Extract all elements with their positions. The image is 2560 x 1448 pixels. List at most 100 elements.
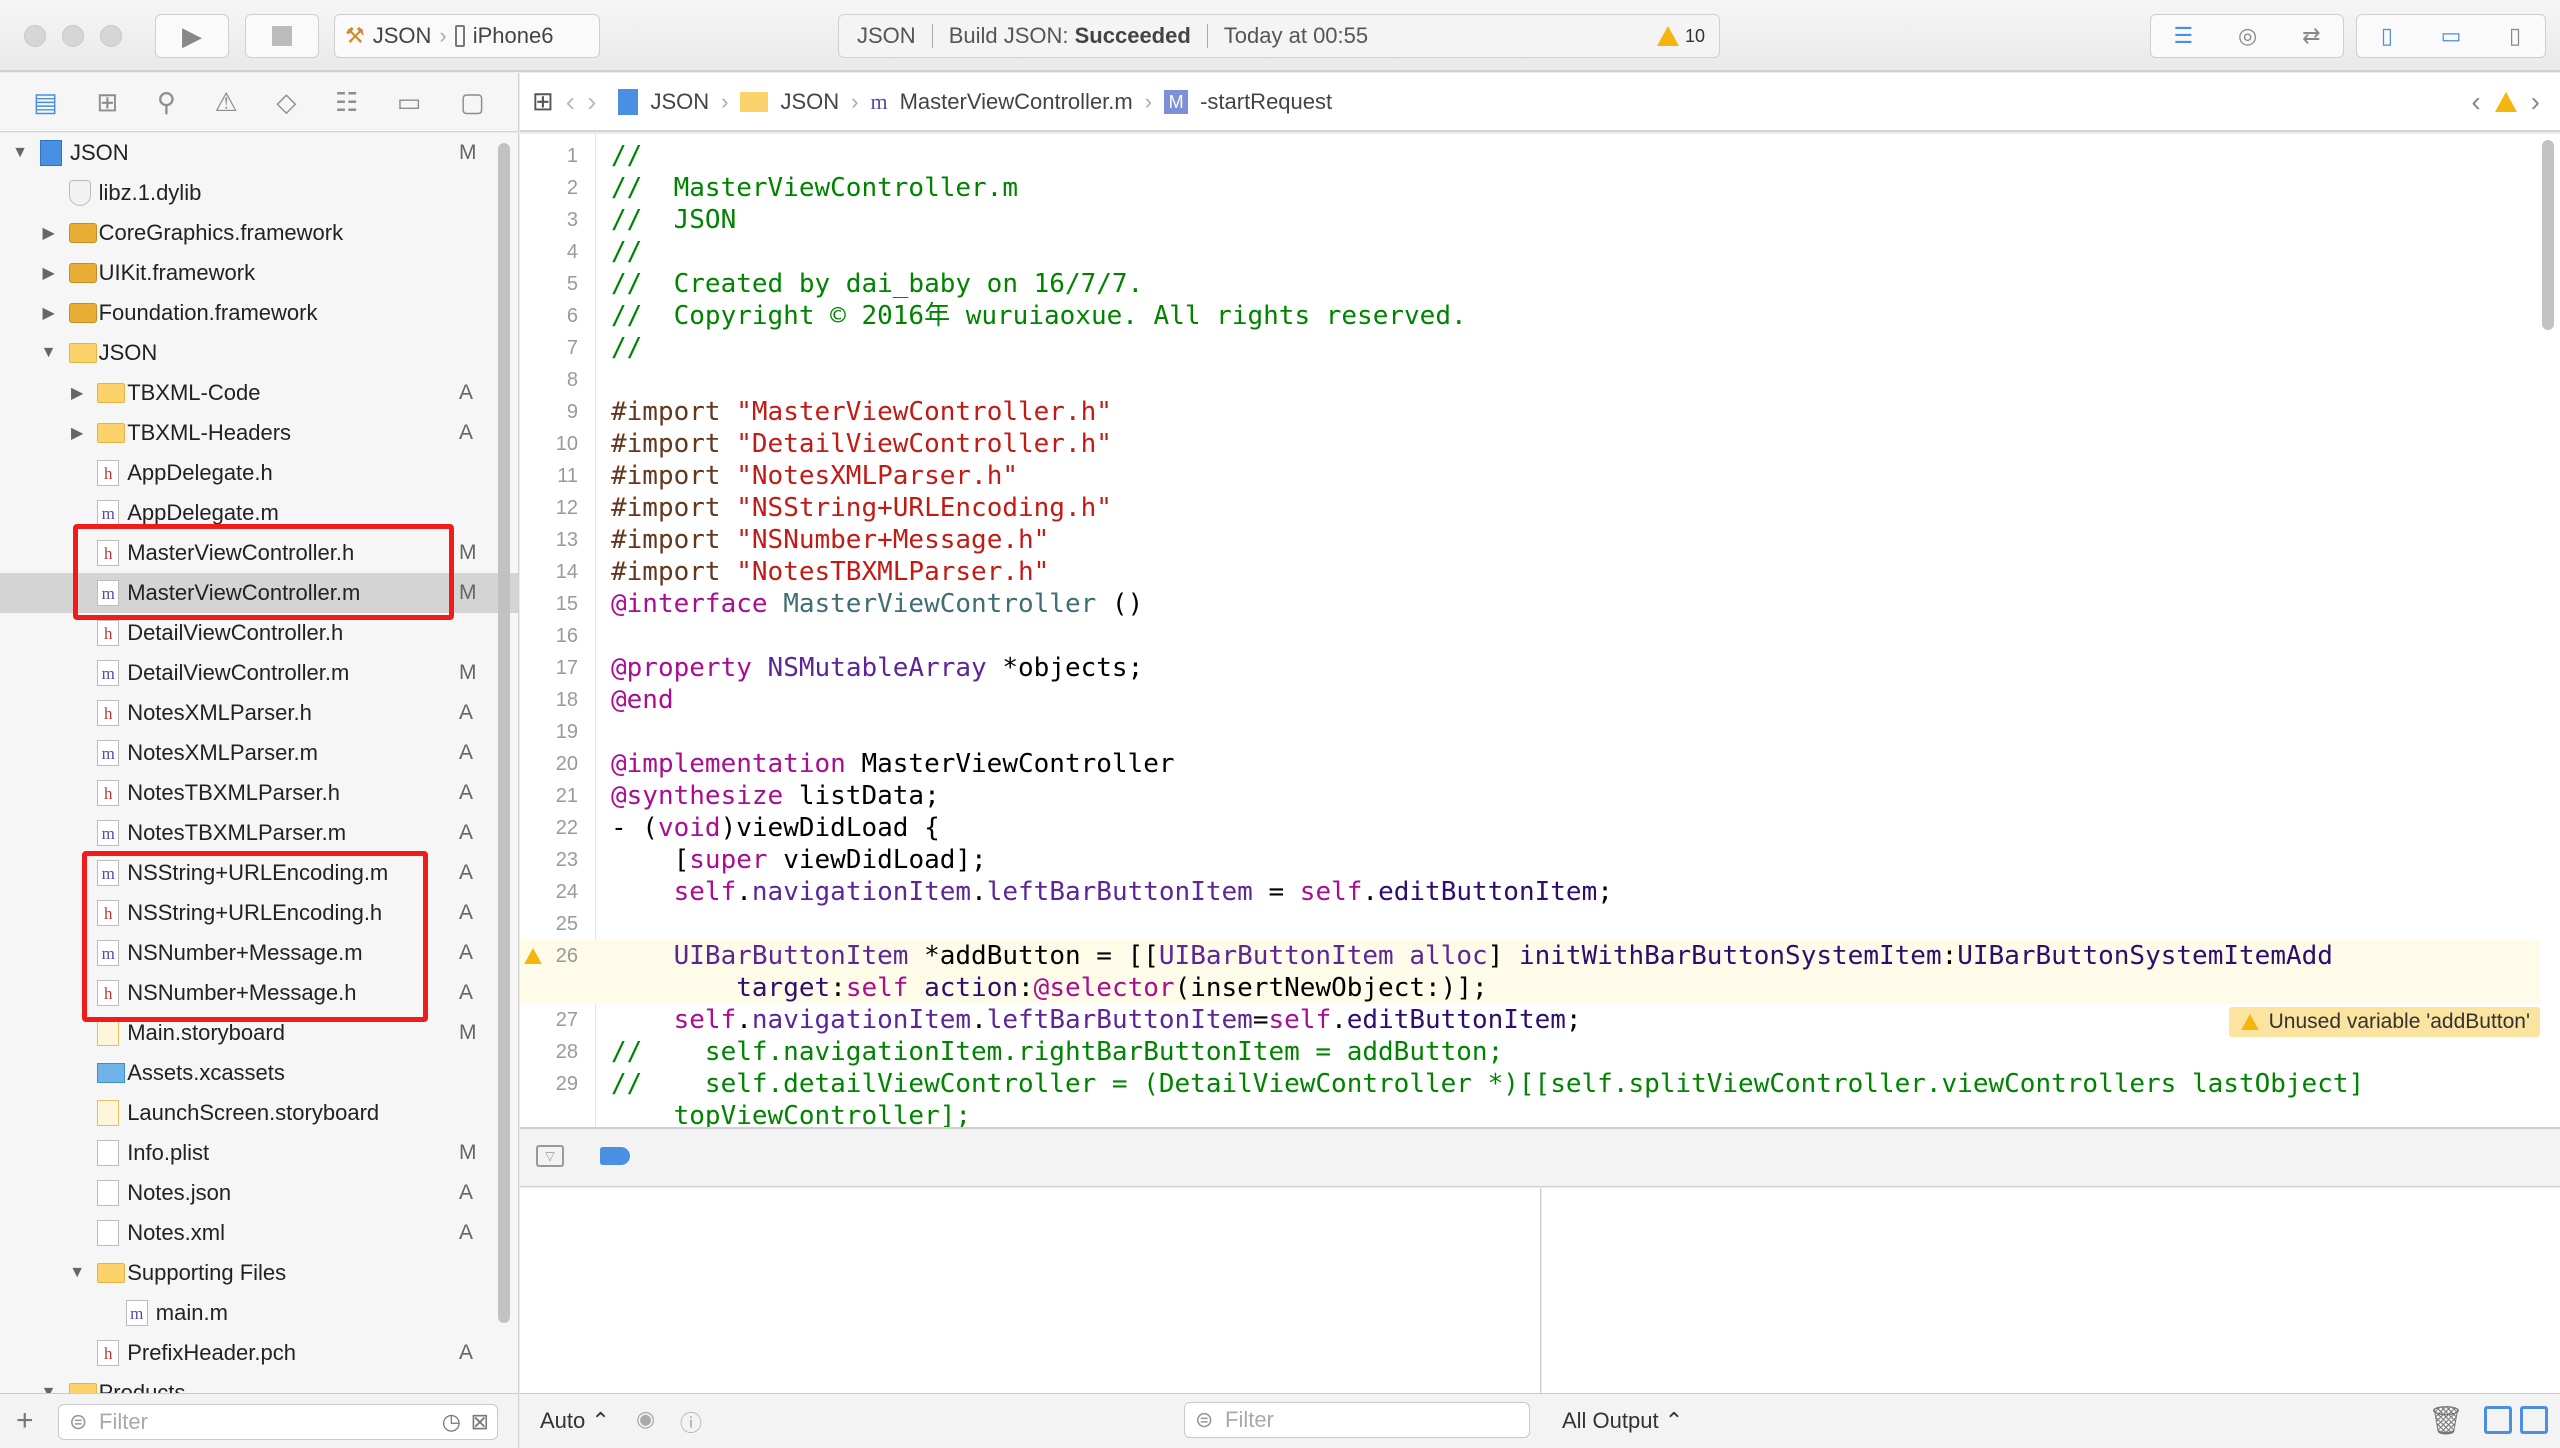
disclosure-open-icon[interactable]: ▼ [41, 344, 57, 362]
file-tree-item[interactable]: ▼ Products [0, 1373, 500, 1393]
code-line[interactable]: 6 // Copyright © 2016年 wuruiaoxue. All ri… [520, 300, 2540, 332]
file-tree-item[interactable]: m NotesXMLParser.m A [0, 733, 500, 773]
zoom-window-button[interactable] [100, 25, 122, 47]
code-line[interactable]: 10 #import "DetailViewController.h" [520, 428, 2540, 460]
debug-navigator-icon[interactable]: ☷ [335, 87, 358, 118]
show-variables-icon[interactable] [2484, 1406, 2512, 1434]
file-tree-item[interactable]: ▶ TBXML-Headers A [0, 413, 500, 453]
issue-navigator-icon[interactable]: ⚠ [215, 87, 238, 118]
source-editor[interactable]: 1 // 2 // MasterViewController.m 3 // JSON 4 //… [520, 134, 2560, 1127]
code-line[interactable]: 29 // self.detailViewController = (Detail… [520, 1068, 2540, 1100]
disclosure-closed-icon[interactable]: ▶ [41, 263, 57, 283]
code-line[interactable]: 26 UIBarButtonItem *addButton = [[UIBarB… [520, 940, 2540, 972]
jumpbar-group[interactable]: JSON [780, 89, 839, 115]
file-tree-item[interactable]: ▼ JSON M [0, 133, 500, 173]
console-output-selector[interactable]: All Output ⌃ [1562, 1408, 1683, 1434]
file-tree-item[interactable]: libz.1.dylib [0, 173, 500, 213]
variables-scope-selector[interactable]: Auto ⌃ [540, 1408, 610, 1434]
file-tree-item[interactable]: ▼ Supporting Files [0, 1253, 500, 1293]
trash-icon[interactable]: 🗑 [2428, 1404, 2464, 1437]
disclosure-closed-icon[interactable]: ▶ [69, 383, 85, 403]
file-tree-item[interactable]: h NotesXMLParser.h A [0, 693, 500, 733]
assistant-editor-icon[interactable]: ◎ [2238, 23, 2257, 49]
inline-issue-warning[interactable]: Unused variable 'addButton' [2228, 1007, 2540, 1037]
code-line[interactable]: 3 // JSON [520, 204, 2540, 236]
code-line[interactable]: 15 @interface MasterViewController () [520, 588, 2540, 620]
file-tree-item[interactable]: ▶ UIKit.framework [0, 253, 500, 293]
disclosure-open-icon[interactable]: ▼ [69, 1264, 85, 1282]
code-line[interactable]: 1 // [520, 140, 2540, 172]
file-tree-item[interactable]: ▼ JSON [0, 333, 500, 373]
quick-look-icon[interactable]: ◉ [636, 1406, 655, 1432]
code-line[interactable]: 14 #import "NotesTBXMLParser.h" [520, 556, 2540, 588]
warning-icon[interactable] [524, 948, 542, 964]
version-editor-icon[interactable]: ⇄ [2302, 23, 2320, 49]
source-control-filter-icon[interactable]: ⊠ [471, 1409, 489, 1435]
file-tree-item[interactable]: m main.m [0, 1293, 500, 1333]
code-line[interactable]: 18 @end [520, 684, 2540, 716]
file-tree-item[interactable]: h NotesTBXMLParser.h A [0, 773, 500, 813]
jumpbar-method[interactable]: -startRequest [1200, 89, 1332, 115]
code-line[interactable]: topViewController]; [520, 1100, 2540, 1127]
code-line[interactable]: 12 #import "NSString+URLEncoding.h" [520, 492, 2540, 524]
file-tree-item[interactable]: m DetailViewController.m M [0, 653, 500, 693]
run-button[interactable]: ▶ [155, 14, 229, 58]
breakpoints-toggle-icon[interactable] [600, 1147, 630, 1165]
warning-icon[interactable] [2494, 91, 2517, 112]
file-tree-item[interactable]: LaunchScreen.storyboard [0, 1093, 500, 1133]
variables-filter-input[interactable]: ⊜ Filter [1184, 1402, 1530, 1438]
code-line[interactable]: 5 // Created by dai_baby on 16/7/7. [520, 268, 2540, 300]
disclosure-open-icon[interactable]: ▼ [12, 144, 28, 162]
code-line[interactable]: target:self action:@selector(insertNewOb… [520, 972, 2540, 1004]
code-line[interactable]: 4 // [520, 236, 2540, 268]
file-tree-item[interactable]: ▶ CoreGraphics.framework [0, 213, 500, 253]
code-line[interactable]: 2 // MasterViewController.m [520, 172, 2540, 204]
code-line[interactable]: 17 @property NSMutableArray *objects; [520, 652, 2540, 684]
back-button[interactable]: ‹ [566, 86, 575, 118]
console-view[interactable] [1542, 1188, 2560, 1393]
code-line[interactable]: 11 #import "NotesXMLParser.h" [520, 460, 2540, 492]
file-tree-item[interactable]: Notes.xml A [0, 1213, 500, 1253]
code-line[interactable]: 28 // self.navigationItem.rightBarButtonI… [520, 1036, 2540, 1068]
file-tree-item[interactable]: m NotesTBXMLParser.m A [0, 813, 500, 853]
hide-debug-area-icon[interactable]: ▽ [536, 1145, 564, 1167]
stop-button[interactable] [245, 14, 319, 58]
test-navigator-icon[interactable]: ◇ [276, 87, 296, 118]
related-items-icon[interactable]: ⊞ [532, 86, 554, 117]
breakpoint-navigator-icon[interactable]: ▭ [397, 87, 422, 118]
code-line[interactable]: 8 [520, 364, 2540, 396]
code-line[interactable]: 25 [520, 908, 2540, 940]
previous-issue-button[interactable]: ‹ [2471, 86, 2480, 118]
code-line[interactable]: 23 [super viewDidLoad]; [520, 844, 2540, 876]
close-window-button[interactable] [24, 25, 46, 47]
utilities-toggle-icon[interactable]: ▯ [2509, 23, 2521, 49]
file-tree-item[interactable]: Assets.xcassets [0, 1053, 500, 1093]
code-line[interactable]: 16 [520, 620, 2540, 652]
file-tree-item[interactable]: ▶ TBXML-Code A [0, 373, 500, 413]
code-line[interactable]: 22 - (void)viewDidLoad { [520, 812, 2540, 844]
code-line[interactable]: 20 @implementation MasterViewController [520, 748, 2540, 780]
disclosure-closed-icon[interactable]: ▶ [69, 423, 85, 443]
code-line[interactable]: 21 @synthesize listData; [520, 780, 2540, 812]
info-icon[interactable]: ⓘ [680, 1406, 702, 1438]
disclosure-closed-icon[interactable]: ▶ [41, 303, 57, 323]
minimize-window-button[interactable] [62, 25, 84, 47]
code-line[interactable]: 19 [520, 716, 2540, 748]
add-button[interactable]: + [16, 1404, 34, 1438]
navigator-toggle-icon[interactable]: ▯ [2381, 23, 2393, 49]
file-tree-item[interactable]: Notes.json A [0, 1173, 500, 1213]
file-tree-item[interactable]: h AppDelegate.h [0, 453, 500, 493]
file-tree-item[interactable]: h PrefixHeader.pch A [0, 1333, 500, 1373]
scheme-selector[interactable]: ⚒ JSON › iPhone6 [334, 14, 600, 58]
recent-files-icon[interactable]: ◷ [442, 1409, 461, 1435]
editor-scrollbar[interactable] [2542, 140, 2554, 330]
next-issue-button[interactable]: › [2531, 86, 2540, 118]
code-line[interactable]: 24 self.navigationItem.leftBarButtonItem… [520, 876, 2540, 908]
navigator-scrollbar[interactable] [498, 143, 510, 1323]
code-line[interactable]: 9 #import "MasterViewController.h" [520, 396, 2540, 428]
symbol-navigator-icon[interactable]: ⊞ [96, 87, 118, 118]
jumpbar-project[interactable]: JSON [650, 89, 709, 115]
show-console-icon[interactable] [2520, 1406, 2548, 1434]
project-navigator-icon[interactable]: ▤ [33, 87, 58, 118]
file-tree-item[interactable]: Info.plist M [0, 1133, 500, 1173]
